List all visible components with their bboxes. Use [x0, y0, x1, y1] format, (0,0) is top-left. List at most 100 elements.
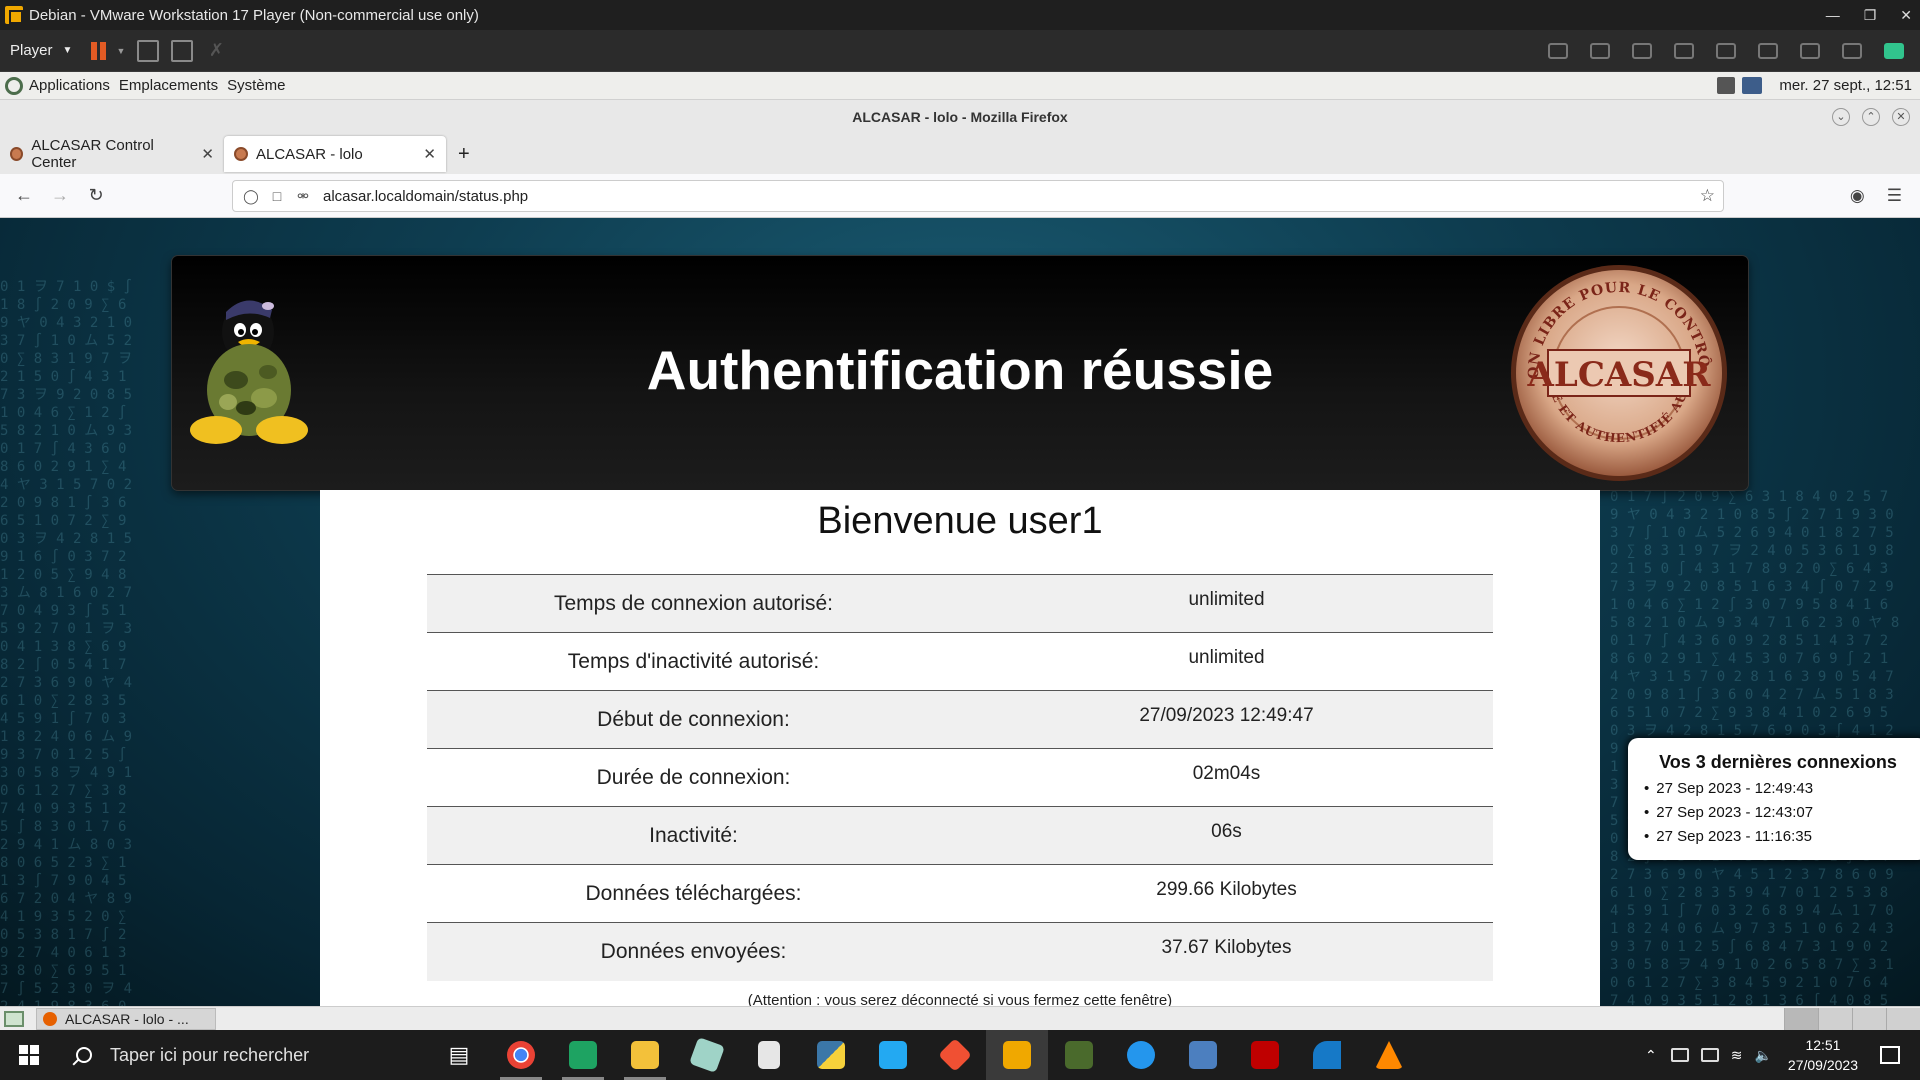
workspace-2[interactable]	[1818, 1008, 1852, 1030]
taskbar-clock[interactable]: 12:51 27/09/2023	[1788, 1035, 1858, 1075]
status-panel: Bienvenue user1 Temps de connexion autor…	[320, 490, 1600, 1006]
taskbar-app-network[interactable]	[1172, 1030, 1234, 1080]
taskbar-search[interactable]: Taper ici pour rechercher	[58, 1030, 428, 1080]
vmware-tray-icon[interactable]	[1670, 1048, 1689, 1062]
url-bar[interactable]: ◯ □ ⚮ alcasar.localdomain/status.php ☆	[232, 180, 1724, 212]
minimize-icon[interactable]: —	[1826, 7, 1840, 23]
row-label: Données téléchargées:	[585, 881, 802, 905]
maximize-icon[interactable]: ⌃	[1862, 108, 1880, 126]
page-viewport: 0 1 ヲ 7 1 0 $ ∫ 1 8 ∫ 2 0 9 ∑ 6 9 ヤ 0 4 …	[0, 218, 1920, 1006]
list-item: 27 Sep 2023 - 11:16:35	[1644, 825, 1912, 849]
welcome-heading: Bienvenue user1	[817, 500, 1103, 542]
pause-icon[interactable]	[88, 40, 110, 62]
windows-logo-icon	[19, 1045, 39, 1065]
close-icon[interactable]: ✕	[1900, 7, 1912, 24]
close-tab-icon[interactable]: ✕	[423, 145, 436, 163]
navigation-toolbar: ← → ↻ ◯ □ ⚮ alcasar.localdomain/status.p…	[0, 174, 1920, 218]
taskbar-app-chrome[interactable]	[490, 1030, 552, 1080]
taskbar-app-vscode[interactable]	[862, 1030, 924, 1080]
back-icon[interactable]: ←	[6, 185, 42, 206]
restore-icon[interactable]: ❐	[1864, 7, 1877, 24]
send-ctrl-alt-del-icon[interactable]	[137, 39, 160, 62]
reload-icon[interactable]: ↻	[78, 185, 114, 206]
tab-label: ALCASAR - lolo	[256, 145, 363, 163]
taskbar-app-pgadmin[interactable]	[1048, 1030, 1110, 1080]
matrix-background-left: 0 1 ヲ 7 1 0 $ ∫ 1 8 ∫ 2 0 9 ∑ 6 9 ヤ 0 4 …	[0, 279, 133, 1006]
hard-disk-icon[interactable]	[1590, 43, 1610, 59]
close-tab-icon[interactable]: ✕	[201, 145, 214, 163]
shield-icon[interactable]: ◯	[243, 188, 259, 204]
tab-alcasar-control-center[interactable]: ALCASAR Control Center ✕	[0, 136, 224, 172]
player-menu[interactable]: Player ▼	[0, 42, 82, 59]
workspace-4[interactable]	[1886, 1008, 1920, 1030]
workspace-1[interactable]	[1784, 1008, 1818, 1030]
battery-icon[interactable]	[1700, 1048, 1719, 1062]
minimize-icon[interactable]: ⌄	[1832, 108, 1850, 126]
menu-hamburger-icon[interactable]: ☰	[1887, 186, 1902, 206]
forward-icon[interactable]: →	[42, 185, 78, 206]
show-desktop-icon[interactable]	[4, 1010, 24, 1027]
pocket-icon[interactable]: ◉	[1850, 186, 1865, 206]
network-icon	[1189, 1041, 1217, 1069]
vmware-logo-icon	[5, 6, 23, 24]
key-icon[interactable]: ⚮	[295, 188, 311, 204]
taskbar-app-file-explorer[interactable]	[614, 1030, 676, 1080]
vmware-window-title: Debian - VMware Workstation 17 Player (N…	[29, 6, 479, 24]
taskbar-app-filezilla[interactable]	[1234, 1030, 1296, 1080]
taskbar-app-notepadpp[interactable]	[676, 1030, 738, 1080]
taskbar-time: 12:51	[1805, 1037, 1841, 1053]
new-tab-button[interactable]: +	[446, 136, 482, 172]
menu-systeme[interactable]: Système	[227, 77, 285, 94]
close-icon[interactable]: ✕	[1892, 108, 1910, 126]
taskbar-app-python[interactable]	[800, 1030, 862, 1080]
menu-emplacements[interactable]: Emplacements	[119, 77, 218, 94]
network-adapter-icon[interactable]	[1548, 43, 1568, 59]
network-icon[interactable]	[1674, 43, 1694, 59]
task-view-button[interactable]: ▤	[428, 1030, 490, 1080]
table-row: Temps d'inactivité autorisé: unlimited	[427, 632, 1493, 691]
network-status-icon[interactable]	[1742, 77, 1762, 94]
file-explorer-icon	[631, 1041, 659, 1069]
printer-icon[interactable]	[1716, 43, 1736, 59]
taskbar-app-google-chat[interactable]	[552, 1030, 614, 1080]
message-log-icon[interactable]	[1884, 43, 1904, 59]
tab-alcasar-lolo[interactable]: ALCASAR - lolo ✕	[224, 136, 446, 172]
window-list-label: ALCASAR - lolo - ...	[65, 1010, 189, 1027]
firefox-icon	[43, 1011, 57, 1026]
taskbar-app-wireshark[interactable]	[1296, 1030, 1358, 1080]
fullscreen-icon[interactable]	[171, 39, 194, 62]
notification-center-icon[interactable]	[1880, 1046, 1900, 1064]
row-label: Temps de connexion autorisé:	[554, 591, 833, 615]
bookmark-star-icon[interactable]: ☆	[1700, 186, 1715, 206]
start-button[interactable]	[0, 1030, 58, 1080]
panel-clock[interactable]: mer. 27 sept., 12:51	[1779, 72, 1912, 100]
taskbar-app-document[interactable]	[738, 1030, 800, 1080]
window-list-item[interactable]: ALCASAR - lolo - ...	[36, 1007, 216, 1030]
volume-muted-icon[interactable]: 🔈	[1754, 1047, 1771, 1064]
taskbar-app-vlc[interactable]	[1358, 1030, 1420, 1080]
windows-taskbar: Taper ici pour rechercher ▤ ⌃ ≋ 🔈 12:51 …	[0, 1030, 1920, 1080]
camera-icon[interactable]	[1800, 43, 1820, 59]
document-icon	[758, 1041, 780, 1069]
url-text[interactable]: alcasar.localdomain/status.php	[323, 188, 528, 205]
taskbar-app-git[interactable]	[924, 1030, 986, 1080]
cd-dvd-icon[interactable]	[1632, 43, 1652, 59]
docker-icon	[1127, 1041, 1155, 1069]
filezilla-icon	[1251, 1041, 1279, 1069]
insecure-lock-icon[interactable]: □	[269, 188, 285, 204]
sound-icon[interactable]	[1758, 43, 1778, 59]
taskbar-app-vmware[interactable]	[986, 1030, 1048, 1080]
taskbar-app-docker[interactable]	[1110, 1030, 1172, 1080]
chevron-up-icon[interactable]: ⌃	[1645, 1047, 1657, 1064]
vscode-icon	[879, 1041, 907, 1069]
row-label: Temps d'inactivité autorisé:	[567, 649, 820, 673]
unity-icon[interactable]: ✗	[205, 40, 227, 62]
workspace-3[interactable]	[1852, 1008, 1886, 1030]
chevron-down-icon[interactable]: ▼	[116, 46, 125, 56]
wifi-icon[interactable]: ≋	[1731, 1047, 1743, 1064]
search-placeholder: Taper ici pour rechercher	[110, 1044, 310, 1065]
usb-icon[interactable]	[1842, 43, 1862, 59]
tab-label: ALCASAR Control Center	[31, 137, 154, 171]
volume-icon[interactable]	[1717, 77, 1735, 94]
menu-applications[interactable]: Applications	[29, 77, 110, 94]
